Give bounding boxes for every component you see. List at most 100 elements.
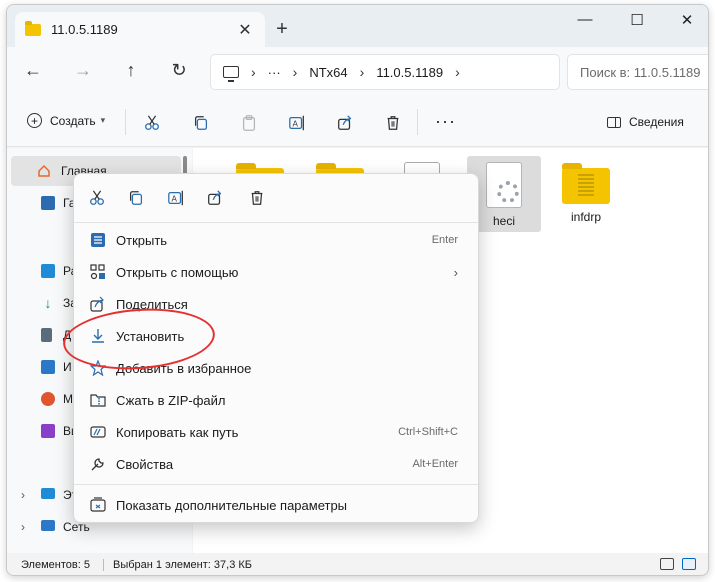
breadcrumb-item[interactable]: NTx64 xyxy=(309,65,347,80)
details-pane-icon xyxy=(607,116,621,128)
menu-item-label: Копировать как путь xyxy=(116,424,239,440)
back-button[interactable]: ← xyxy=(21,60,45,81)
item-count: Элементов: 5 xyxy=(21,559,90,571)
breadcrumb-chevron-icon[interactable]: › xyxy=(455,64,460,80)
refresh-button[interactable]: ↻ xyxy=(167,60,191,81)
navigation-bar: ← → ↑ ↻ › ··· › NTx64 › 11.0.5.1189 › По… xyxy=(7,47,708,97)
menu-item-properties[interactable]: Свойства Alt+Enter xyxy=(78,449,474,479)
documents-icon xyxy=(41,328,52,342)
expand-chevron-icon[interactable]: › xyxy=(21,488,25,502)
more-options-button[interactable]: ··· xyxy=(435,111,456,132)
share-button[interactable] xyxy=(335,113,355,133)
rename-button[interactable]: A xyxy=(165,187,187,209)
minimize-button[interactable]: — xyxy=(565,11,605,28)
setup-file-icon xyxy=(486,162,522,208)
search-input[interactable]: Поиск в: 11.0.5.1189 xyxy=(567,54,708,90)
desktop-icon xyxy=(41,264,55,278)
menu-item-label: Показать дополнительные параметры xyxy=(116,497,348,513)
cut-button[interactable] xyxy=(86,187,108,209)
menu-item-shortcut: Ctrl+Shift+C xyxy=(398,426,458,438)
paste-button[interactable] xyxy=(239,113,259,133)
file-item-infdrp[interactable]: infdrp xyxy=(549,156,623,232)
address-bar[interactable]: › ··· › NTx64 › 11.0.5.1189 › xyxy=(210,54,560,90)
share-icon xyxy=(338,115,352,130)
paste-icon xyxy=(242,115,256,131)
create-button[interactable]: + Создать ▾ xyxy=(27,113,105,128)
menu-item-show-more-options[interactable]: Показать дополнительные параметры xyxy=(78,490,474,520)
open-icon xyxy=(90,232,106,248)
menu-item-compress-zip[interactable]: Сжать в ZIP-файл xyxy=(78,385,474,415)
copy-icon xyxy=(129,191,143,205)
up-button[interactable]: ↑ xyxy=(119,60,143,81)
svg-text:A: A xyxy=(293,120,299,129)
scissors-icon xyxy=(90,190,104,205)
menu-item-open-with[interactable]: Открыть с помощью › xyxy=(78,257,474,287)
copy-path-icon xyxy=(90,424,106,440)
chevron-down-icon: ▾ xyxy=(100,115,106,125)
more-options-icon xyxy=(90,497,106,513)
video-icon xyxy=(41,424,55,438)
breadcrumb-item[interactable]: 11.0.5.1189 xyxy=(376,65,443,80)
file-name: infdrp xyxy=(570,210,602,224)
rename-icon: A xyxy=(289,115,304,131)
folder-icon xyxy=(25,20,41,36)
zip-icon xyxy=(90,392,106,408)
zip-folder-icon xyxy=(562,163,610,204)
details-pane-button[interactable]: Сведения xyxy=(607,115,684,129)
breadcrumb-chevron-icon[interactable]: › xyxy=(293,64,298,80)
delete-button[interactable] xyxy=(383,113,403,133)
open-with-icon xyxy=(90,264,106,280)
close-window-button[interactable]: ✕ xyxy=(667,11,707,29)
details-view-icon[interactable] xyxy=(660,558,674,570)
music-icon xyxy=(41,392,55,406)
menu-item-label: Свойства xyxy=(116,456,174,472)
title-bar: 11.0.5.1189 ✕ + — ☐ ✕ xyxy=(7,5,708,47)
network-icon xyxy=(41,520,55,531)
menu-item-label: Открыть xyxy=(116,232,168,248)
menu-item-copy-as-path[interactable]: Копировать как путь Ctrl+Shift+C xyxy=(78,417,474,447)
tiles-view-icon[interactable] xyxy=(682,558,696,570)
forward-button[interactable]: → xyxy=(71,60,95,81)
menu-item-label: Открыть с помощью xyxy=(116,264,239,280)
gallery-icon xyxy=(41,196,55,210)
svg-text:A: A xyxy=(172,195,178,204)
this-pc-icon xyxy=(41,488,55,499)
copy-button[interactable] xyxy=(125,187,147,209)
menu-item-shortcut: Alt+Enter xyxy=(412,458,458,470)
menu-item-open[interactable]: Открыть Enter xyxy=(78,225,474,255)
trash-icon xyxy=(387,116,399,130)
rename-icon: A xyxy=(168,190,183,206)
pictures-icon xyxy=(41,360,55,374)
share-button[interactable] xyxy=(204,187,226,209)
divider xyxy=(74,222,478,223)
cut-button[interactable] xyxy=(142,113,162,133)
tab-current-folder[interactable]: 11.0.5.1189 ✕ xyxy=(15,12,265,47)
trash-icon xyxy=(251,191,263,205)
context-menu-quick-actions: A xyxy=(74,174,478,222)
details-label: Сведения xyxy=(629,115,684,129)
tab-close-icon[interactable]: ✕ xyxy=(235,20,255,40)
download-icon: ↓ xyxy=(44,295,52,311)
delete-button[interactable] xyxy=(246,187,268,209)
breadcrumb-chevron-icon[interactable]: › xyxy=(360,64,365,80)
sidebar-item-label: М xyxy=(63,392,73,406)
file-name: heci xyxy=(492,214,515,228)
home-icon xyxy=(38,164,50,177)
new-tab-button[interactable]: + xyxy=(270,18,294,41)
wrench-icon xyxy=(90,456,106,472)
selection-info: Выбран 1 элемент: 37,3 КБ xyxy=(113,559,252,571)
copy-button[interactable] xyxy=(191,113,211,133)
gear-icon xyxy=(497,181,519,203)
rename-button[interactable]: A xyxy=(287,113,307,133)
menu-item-label: Сжать в ZIP-файл xyxy=(116,392,226,408)
copy-icon xyxy=(194,116,208,130)
submenu-chevron-icon: › xyxy=(453,264,458,280)
maximize-button[interactable]: ☐ xyxy=(617,11,657,29)
breadcrumb-chevron-icon[interactable]: › xyxy=(251,64,256,80)
breadcrumb-ellipsis[interactable]: ··· xyxy=(268,65,281,80)
divider xyxy=(74,484,478,485)
scissors-icon xyxy=(145,115,159,130)
divider xyxy=(125,109,126,135)
expand-chevron-icon[interactable]: › xyxy=(21,520,25,534)
command-bar: + Создать ▾ A ··· Сведения xyxy=(7,97,708,147)
